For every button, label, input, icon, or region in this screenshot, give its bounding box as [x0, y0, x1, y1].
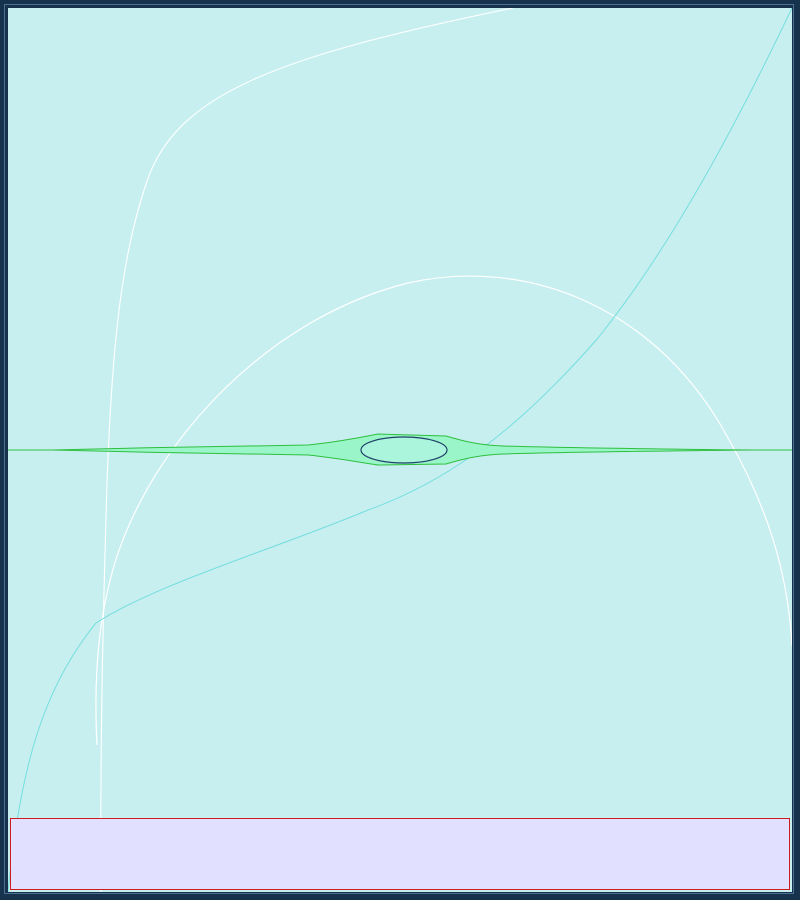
application-window — [0, 0, 800, 900]
white-arc-curve — [95, 275, 792, 746]
bottom-panel[interactable] — [10, 818, 790, 890]
center-ellipse[interactable] — [360, 436, 448, 464]
drawing-canvas[interactable] — [8, 8, 792, 892]
curve-plot-icon[interactable] — [8, 8, 792, 892]
